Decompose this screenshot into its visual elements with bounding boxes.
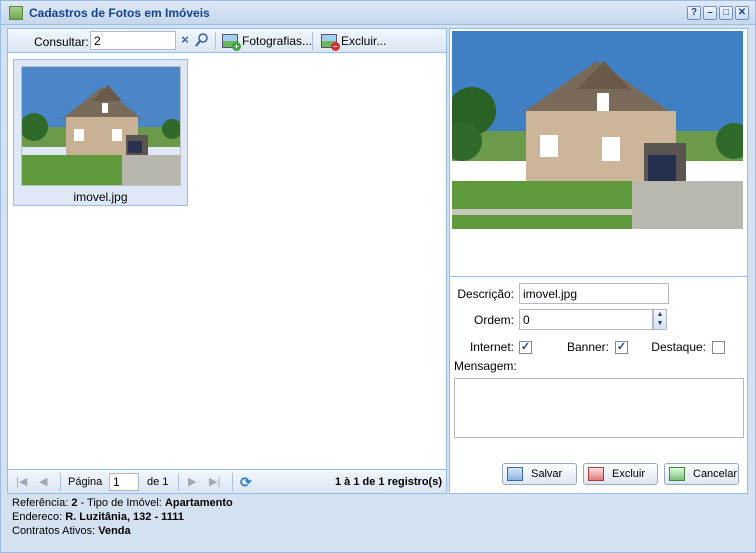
save-icon (507, 467, 523, 481)
search-icon[interactable] (194, 32, 210, 49)
pager-status: 1 à 1 de 1 registro(s) (335, 476, 442, 488)
next-page-icon[interactable]: ▶ (188, 475, 196, 488)
window-titlebar[interactable]: Cadastros de Fotos em Imóveis ? – □ ✕ (1, 1, 755, 25)
thumbnail-filename: imovel.jpg (73, 190, 128, 204)
maximize-icon[interactable]: □ (719, 6, 733, 20)
help-icon[interactable]: ? (687, 6, 701, 20)
delete-icon (588, 467, 604, 481)
house-photo-preview (452, 31, 743, 229)
contracts-value: Venda (98, 525, 131, 537)
contracts-label: Contratos Ativos: (12, 525, 96, 537)
first-page-icon[interactable]: |◀ (16, 475, 27, 488)
search-input[interactable] (90, 31, 176, 50)
photo-registry-window: Cadastros de Fotos em Imóveis ? – □ ✕ Co… (0, 0, 756, 553)
prev-page-icon[interactable]: ◀ (39, 475, 47, 488)
photo-preview (450, 29, 747, 277)
save-button[interactable]: Salvar (502, 463, 577, 485)
reference-value: 2 (71, 497, 78, 509)
photo-app-icon (9, 6, 23, 20)
description-field[interactable] (519, 283, 669, 304)
contracts-line: Contratos Ativos: Venda (12, 525, 131, 537)
photo-list-panel: Consultar: × + Fotografias... – Excluir.… (7, 28, 447, 494)
address-label: Endereco: (12, 511, 63, 523)
delete-photo-button-label: Excluir... (341, 34, 387, 48)
order-field[interactable] (519, 309, 653, 330)
add-photo-icon: + (222, 34, 241, 51)
close-icon[interactable]: ✕ (735, 6, 749, 20)
delete-photo-button[interactable]: – Excluir... (321, 31, 386, 51)
house-photo-thumbnail (21, 66, 181, 186)
window-title: Cadastros de Fotos em Imóveis (29, 6, 210, 20)
message-label: Mensagem: (454, 359, 517, 373)
delete-button-label: Excluir (612, 468, 646, 480)
banner-label: Banner: (566, 340, 609, 354)
photos-button[interactable]: + Fotografias... (222, 31, 312, 51)
list-toolbar: Consultar: × + Fotografias... – Excluir.… (8, 29, 446, 53)
page-number-input[interactable] (109, 473, 139, 491)
search-label: Consultar: (34, 35, 89, 49)
clear-search-icon[interactable]: × (177, 32, 193, 49)
property-type-label: - Tipo de Imóvel: (80, 497, 162, 509)
photos-button-label: Fotografias... (242, 34, 313, 48)
pager-separator (60, 473, 61, 491)
message-textarea[interactable] (454, 378, 744, 438)
delete-photo-icon: – (321, 34, 340, 51)
last-page-icon[interactable]: ▶| (209, 475, 220, 488)
page-of-label: de 1 (147, 476, 169, 488)
cancel-icon (669, 467, 685, 481)
photo-form: Descrição: Ordem: ▲▼ Internet: ✓ Banner:… (450, 277, 747, 493)
address-value: R. Luzitânia, 132 - 1111 (65, 511, 184, 523)
description-label: Descrição: (457, 287, 514, 301)
window-tools: ? – □ ✕ (687, 6, 749, 20)
pager-separator (232, 473, 233, 491)
banner-checkbox[interactable]: ✓ (615, 341, 628, 354)
pager-separator (178, 473, 179, 491)
order-label: Ordem: (473, 313, 514, 327)
refresh-icon[interactable]: ⟳ (240, 474, 252, 491)
reference-label: Referência: (12, 497, 69, 509)
toolbar-separator (215, 32, 216, 50)
address-line: Endereco: R. Luzitânia, 132 - 1111 (12, 511, 184, 523)
featured-checkbox[interactable] (712, 341, 725, 354)
internet-label: Internet: (469, 340, 514, 354)
reference-line: Referência: 2 - Tipo de Imóvel: Apartame… (12, 497, 233, 509)
delete-button[interactable]: Excluir (583, 463, 658, 485)
minimize-icon[interactable]: – (703, 6, 717, 20)
property-type-value: Apartamento (164, 497, 233, 509)
page-label: Página (68, 476, 103, 488)
photo-thumbnail[interactable]: imovel.jpg (13, 59, 188, 206)
internet-checkbox[interactable]: ✓ (519, 341, 532, 354)
photo-detail-panel: Descrição: Ordem: ▲▼ Internet: ✓ Banner:… (449, 28, 748, 494)
toolbar-separator (312, 32, 313, 50)
save-button-label: Salvar (531, 468, 563, 480)
cancel-button[interactable]: Cancelar (664, 463, 739, 485)
featured-label: Destaque: (651, 340, 706, 354)
cancel-button-label: Cancelar (693, 468, 738, 480)
order-spinner-icon[interactable]: ▲ ▼ (653, 309, 667, 330)
pagination-toolbar: |◀ ◀ Página de 1 ▶ ▶| ⟳ 1 à 1 de 1 regis… (8, 469, 446, 493)
